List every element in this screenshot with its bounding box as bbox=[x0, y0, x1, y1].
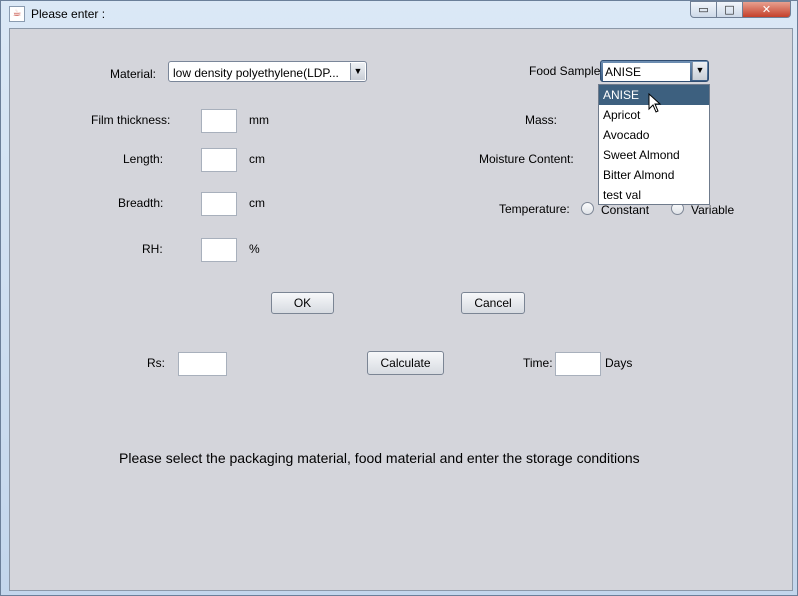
rs-label: Rs: bbox=[147, 356, 165, 370]
food-sample-value: ANISE bbox=[603, 63, 690, 81]
rh-label: RH: bbox=[142, 242, 163, 256]
material-value: low density polyethylene(LDP... bbox=[173, 66, 339, 80]
ok-button[interactable]: OK bbox=[271, 292, 334, 314]
breadth-unit: cm bbox=[249, 196, 265, 210]
film-thickness-label: Film thickness: bbox=[91, 113, 171, 127]
temperature-label: Temperature: bbox=[499, 202, 570, 216]
close-icon: ✕ bbox=[761, 3, 772, 16]
maximize-button[interactable]: □ bbox=[717, 1, 743, 18]
length-label: Length: bbox=[123, 152, 164, 166]
mass-label: Mass: bbox=[525, 113, 558, 127]
minimize-button[interactable]: ▭ bbox=[690, 1, 717, 18]
instruction-text: Please select the packaging material, fo… bbox=[119, 450, 640, 466]
breadth-input[interactable] bbox=[201, 192, 237, 216]
food-sample-label: Food Sample: bbox=[529, 64, 604, 78]
time-input[interactable] bbox=[555, 352, 601, 376]
material-label: Material: bbox=[110, 67, 157, 81]
time-label: Time: bbox=[523, 356, 553, 370]
rh-input[interactable] bbox=[201, 238, 237, 262]
cancel-button[interactable]: Cancel bbox=[461, 292, 525, 314]
dropdown-item[interactable]: Avocado bbox=[599, 125, 709, 145]
film-thickness-unit: mm bbox=[249, 113, 269, 127]
length-input[interactable] bbox=[201, 148, 237, 172]
dialog-window: ☕ Please enter : ▭ □ ✕ Material: low den… bbox=[0, 0, 798, 596]
window-controls: ▭ □ ✕ bbox=[690, 1, 791, 19]
time-unit: Days bbox=[605, 356, 633, 370]
material-combobox[interactable]: low density polyethylene(LDP... ▼ bbox=[168, 61, 367, 82]
rs-output-field[interactable] bbox=[178, 352, 227, 376]
maximize-icon: □ bbox=[724, 3, 735, 16]
chevron-down-icon[interactable]: ▼ bbox=[692, 62, 707, 80]
mouse-cursor-icon bbox=[648, 93, 662, 113]
length-unit: cm bbox=[249, 152, 265, 166]
dropdown-item[interactable]: Sweet Almond bbox=[599, 145, 709, 165]
title-bar[interactable]: ☕ Please enter : ▭ □ ✕ bbox=[1, 1, 797, 27]
window-title: Please enter : bbox=[31, 7, 106, 21]
java-app-icon: ☕ bbox=[9, 6, 25, 22]
close-button[interactable]: ✕ bbox=[743, 1, 791, 18]
calculate-button[interactable]: Calculate bbox=[367, 351, 444, 375]
rh-unit: % bbox=[249, 242, 260, 256]
food-sample-combobox[interactable]: ANISE ▼ bbox=[600, 60, 709, 82]
dropdown-item[interactable]: test val bbox=[599, 185, 709, 205]
variable-radio-label: Variable bbox=[691, 203, 735, 217]
breadth-label: Breadth: bbox=[118, 196, 164, 210]
moisture-content-label: Moisture Content: bbox=[479, 152, 574, 166]
minimize-icon: ▭ bbox=[698, 3, 709, 16]
constant-radio[interactable] bbox=[581, 202, 594, 215]
dropdown-item[interactable]: Bitter Almond bbox=[599, 165, 709, 185]
chevron-down-icon[interactable]: ▼ bbox=[350, 63, 365, 80]
constant-radio-label: Constant bbox=[601, 203, 650, 217]
film-thickness-input[interactable] bbox=[201, 109, 237, 133]
